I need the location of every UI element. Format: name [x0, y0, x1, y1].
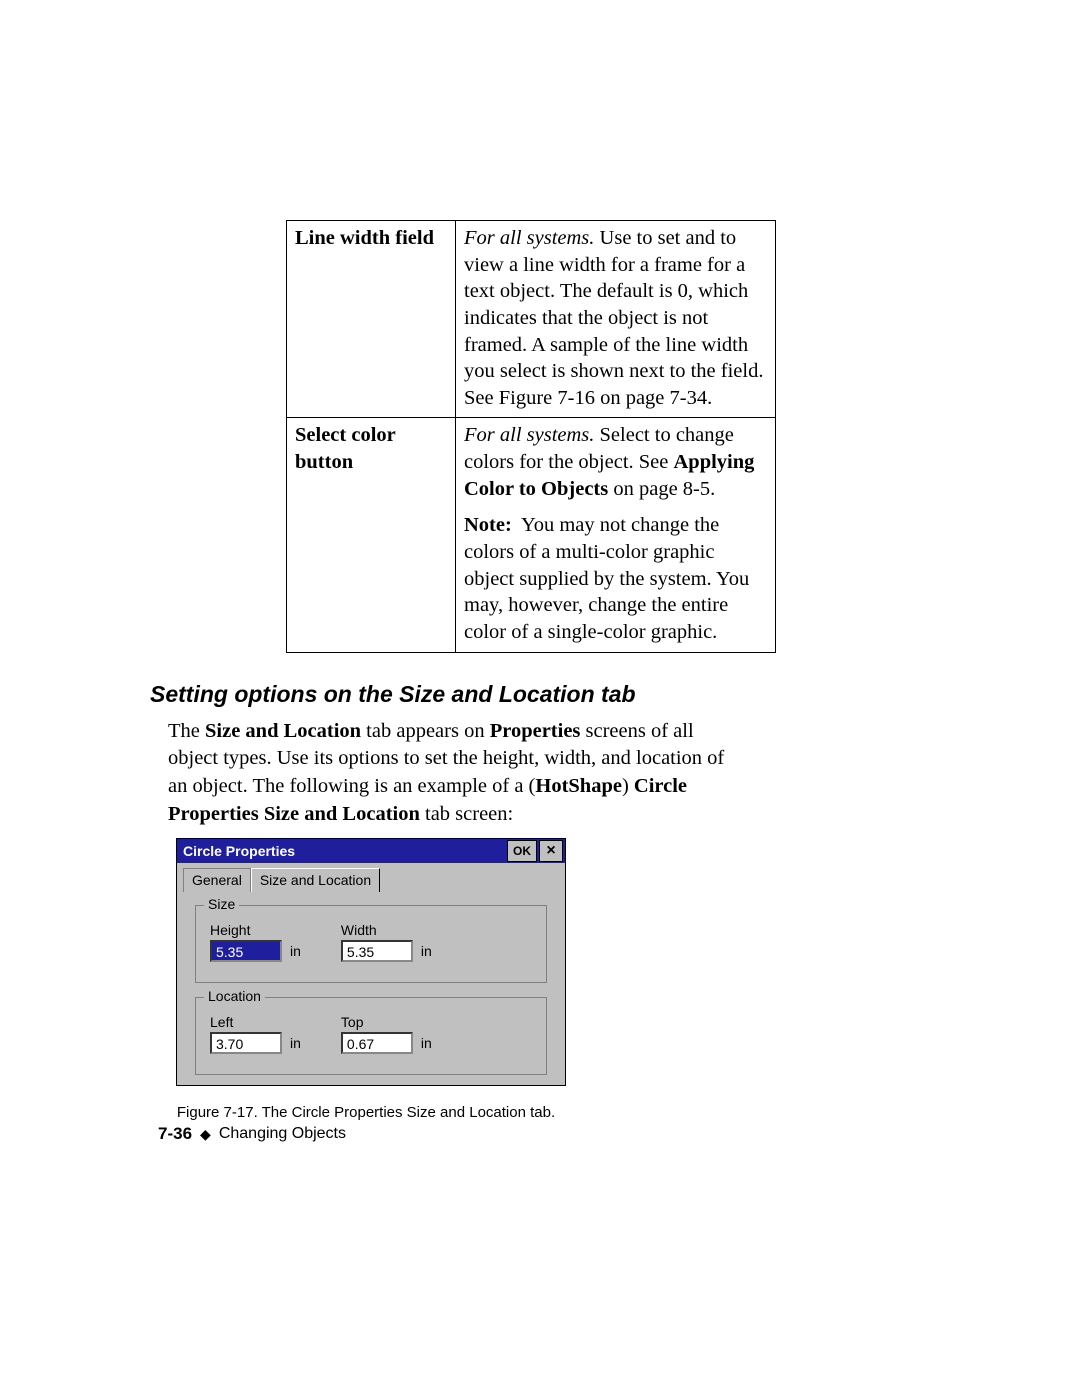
tab-size-location[interactable]: Size and Location	[251, 868, 380, 892]
diamond-icon: ◆	[200, 1126, 211, 1143]
figure-caption: Figure 7-17. The Circle Properties Size …	[172, 1104, 560, 1121]
para-b3: HotShape	[535, 775, 622, 797]
row1-italic-lead: For all systems.	[464, 227, 594, 249]
properties-table: Line width field For all systems. Use to…	[286, 220, 776, 653]
chapter-name: Changing Objects	[219, 1125, 346, 1143]
top-input[interactable]: 0.67	[341, 1032, 413, 1054]
tab-general[interactable]: General	[183, 868, 251, 892]
body-paragraph: The Size and Location tab appears on Pro…	[168, 718, 728, 829]
tabstrip: General Size and Location	[183, 867, 565, 891]
para-t5: tab screen:	[420, 803, 513, 825]
row2-desc: For all systems. Select to change colors…	[456, 418, 776, 652]
para-t4: )	[622, 775, 634, 797]
height-input[interactable]: 5.35	[210, 940, 282, 962]
width-unit: in	[421, 943, 432, 959]
row2-italic-lead: For all systems.	[464, 424, 594, 446]
left-label: Left	[210, 1014, 301, 1030]
para-t2: tab appears on	[361, 720, 490, 742]
dialog-title: Circle Properties	[183, 839, 295, 863]
top-unit: in	[421, 1035, 432, 1051]
top-label: Top	[341, 1014, 432, 1030]
close-button[interactable]: ×	[539, 840, 563, 862]
row2-note: Note: You may not change the colors of a…	[464, 512, 767, 645]
row1-label: Line width field	[287, 221, 456, 418]
height-label: Height	[210, 922, 301, 938]
row1-text: Use to set and to view a line width for …	[464, 227, 763, 409]
section-heading: Setting options on the Size and Location…	[150, 681, 852, 708]
size-group: Size Height 5.35 in Width 5.35 in	[195, 905, 547, 983]
ok-button[interactable]: OK	[507, 840, 537, 862]
left-input[interactable]: 3.70	[210, 1032, 282, 1054]
page-number: 7-36	[158, 1124, 192, 1144]
para-b1: Size and Location	[205, 720, 361, 742]
left-unit: in	[290, 1035, 301, 1051]
size-legend: Size	[204, 896, 239, 912]
row2-label: Select color button	[287, 418, 456, 652]
page-footer: 7-36 ◆ Changing Objects	[158, 1124, 346, 1144]
note-label: Note:	[464, 514, 512, 536]
dialog-titlebar: Circle Properties OK ×	[177, 839, 565, 863]
location-legend: Location	[204, 988, 265, 1004]
para-t1: The	[168, 720, 205, 742]
height-unit: in	[290, 943, 301, 959]
location-group: Location Left 3.70 in Top 0.67 in	[195, 997, 547, 1075]
width-input[interactable]: 5.35	[341, 940, 413, 962]
circle-properties-dialog: Circle Properties OK × General Size and …	[176, 838, 566, 1086]
para-b2: Properties	[490, 720, 581, 742]
row2-text2: on page 8-5.	[608, 478, 715, 500]
row1-desc: For all systems. Use to set and to view …	[456, 221, 776, 418]
width-label: Width	[341, 922, 432, 938]
